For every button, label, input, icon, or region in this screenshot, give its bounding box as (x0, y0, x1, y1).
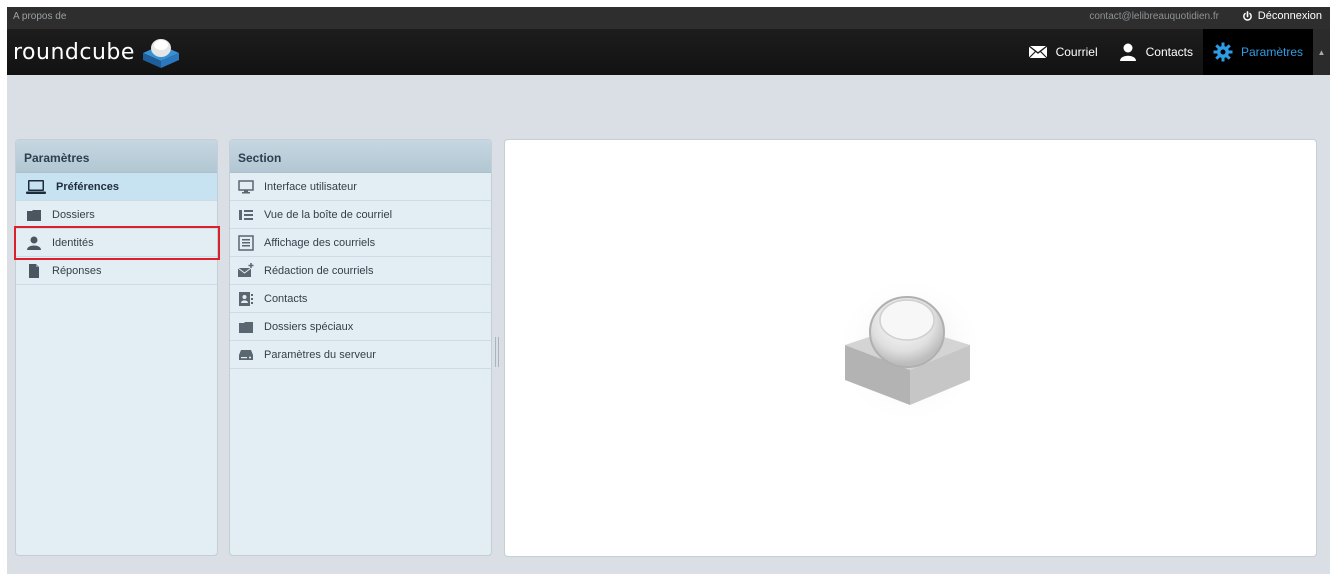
tab-contacts-label: Contacts (1145, 45, 1193, 59)
content-panel (504, 139, 1317, 557)
section-item-label: Dossiers spéciaux (264, 320, 354, 333)
person-icon (1119, 43, 1136, 61)
header-bar: roundcube Courriel Contacts Paramètres ▲ (7, 29, 1330, 75)
power-icon (1242, 10, 1252, 21)
roundcube-watermark-icon (835, 275, 985, 420)
settings-list: Préférences Dossiers Identités Réponses (16, 173, 217, 285)
server-icon (239, 349, 253, 360)
section-item-label: Contacts (264, 292, 308, 305)
section-item-label: Interface utilisateur (264, 180, 357, 193)
settings-item-preferences[interactable]: Préférences (16, 173, 217, 201)
compose-icon (238, 262, 254, 277)
document-icon (29, 263, 39, 278)
about-link[interactable]: A propos de (13, 11, 66, 22)
logo-text: roundcube (13, 39, 135, 65)
laptop-icon (26, 179, 46, 194)
settings-sections-panel: Paramètres Préférences Dossiers Identité… (15, 139, 218, 556)
tab-mail-label: Courriel (1055, 45, 1098, 59)
settings-item-folders[interactable]: Dossiers (16, 201, 217, 229)
settings-item-responses[interactable]: Réponses (16, 257, 217, 285)
addressbook-icon (239, 291, 253, 306)
section-item-label: Vue de la boîte de courriel (264, 208, 393, 221)
section-item-contacts[interactable]: Contacts (230, 285, 491, 313)
gear-icon (1213, 42, 1233, 62)
user-email: contact@lelibreauquotidien.fr (1089, 11, 1219, 22)
panel-splitter[interactable] (495, 337, 499, 367)
section-list: Interface utilisateur Vue de la boîte de… (230, 173, 491, 369)
logout-label: Déconnexion (1257, 10, 1322, 22)
section-item-server-settings[interactable]: Paramètres du serveur (230, 341, 491, 369)
tab-settings[interactable]: Paramètres (1202, 29, 1313, 75)
section-item-compose[interactable]: Rédaction de courriels (230, 257, 491, 285)
settings-item-identities[interactable]: Identités (16, 229, 217, 257)
top-line-bar: A propos de contact@lelibreauquotidien.f… (7, 7, 1330, 29)
settings-item-label: Identités (52, 236, 94, 249)
app-window: A propos de contact@lelibreauquotidien.f… (7, 7, 1330, 574)
section-item-message-display[interactable]: Affichage des courriels (230, 229, 491, 257)
list-layout-icon (239, 209, 253, 220)
section-panel: Section Interface utilisateur Vue de la … (229, 139, 492, 556)
monitor-icon (238, 179, 254, 193)
settings-item-label: Préférences (56, 180, 119, 193)
tab-settings-label: Paramètres (1240, 45, 1303, 59)
section-item-label: Affichage des courriels (264, 236, 376, 249)
logout-button[interactable]: Déconnexion (1242, 10, 1322, 22)
section-item-label: Paramètres du serveur (264, 348, 376, 361)
section-item-mailbox-view[interactable]: Vue de la boîte de courriel (230, 201, 491, 229)
message-view-icon (238, 234, 254, 251)
section-panel-title: Section (230, 140, 491, 173)
collapse-header-button[interactable]: ▲ (1313, 29, 1330, 75)
folder-icon (27, 209, 41, 221)
mail-icon (1028, 45, 1048, 59)
chevron-up-icon: ▲ (1317, 47, 1326, 57)
roundcube-logo[interactable]: roundcube (13, 35, 183, 69)
person-icon (27, 236, 41, 250)
roundcube-cube-icon (142, 39, 179, 68)
settings-item-label: Dossiers (52, 208, 95, 221)
folder-icon (239, 321, 253, 333)
tab-mail[interactable]: Courriel (1018, 29, 1108, 75)
section-item-ui[interactable]: Interface utilisateur (230, 173, 491, 201)
settings-item-label: Réponses (52, 264, 102, 277)
task-navigation: Courriel Contacts Paramètres ▲ (1018, 29, 1330, 75)
section-item-special-folders[interactable]: Dossiers spéciaux (230, 313, 491, 341)
tab-contacts[interactable]: Contacts (1108, 29, 1203, 75)
settings-panel-title: Paramètres (16, 140, 217, 173)
section-item-label: Rédaction de courriels (264, 264, 374, 277)
